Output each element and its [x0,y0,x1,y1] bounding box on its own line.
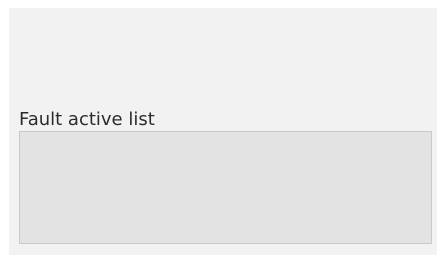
fault-active-listbox[interactable] [19,131,432,244]
fault-active-list-label: Fault active list [19,109,155,130]
fault-panel: Fault active list [9,8,437,255]
